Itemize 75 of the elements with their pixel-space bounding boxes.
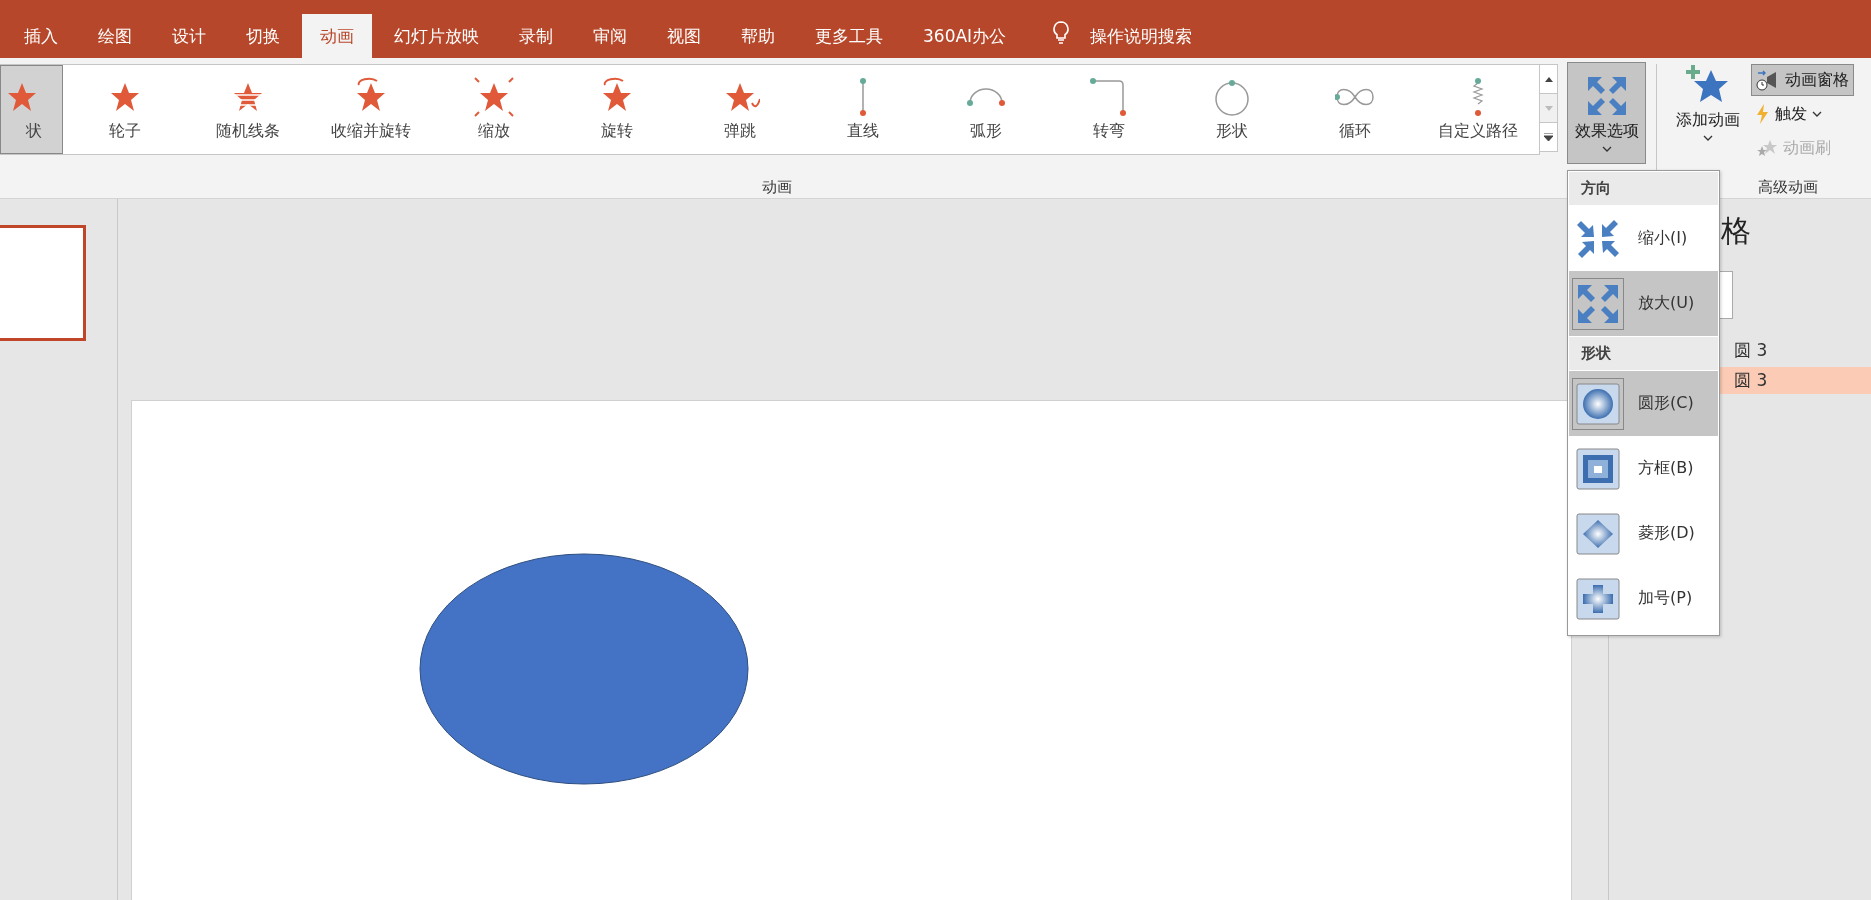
menu-item[interactable]: 圆形(C) (1569, 371, 1718, 436)
menu-item[interactable]: 放大(U) (1569, 271, 1718, 336)
slide-thumbnail[interactable] (0, 225, 86, 341)
animation-effect[interactable]: 收缩并旋转 (309, 65, 432, 154)
turn-path-icon (1088, 77, 1129, 117)
effect-label: 状 (26, 121, 42, 142)
ribbon-tab[interactable]: 录制 (501, 14, 571, 58)
tell-me-search[interactable]: 操作说明搜索 (1090, 14, 1193, 58)
caret-icon (1601, 145, 1612, 152)
animation-effect[interactable]: 缩放 (432, 65, 555, 154)
effect-label: 随机线条 (215, 121, 280, 142)
ribbon-tab[interactable]: 切换 (228, 14, 298, 58)
ribbon-tab[interactable]: 设计 (154, 14, 224, 58)
animation-effect[interactable]: 弧形 (924, 65, 1047, 154)
custom-path-icon (1471, 77, 1484, 117)
ribbon-tab[interactable]: 幻灯片放映 (376, 14, 497, 58)
effect-label: 直线 (846, 121, 879, 142)
up-arrow-icon (1544, 76, 1553, 82)
animation-effect[interactable]: 转弯 (1047, 65, 1170, 154)
stars-icon (1756, 138, 1778, 158)
expand-arrows-icon (1585, 74, 1628, 117)
animation-effect[interactable]: 轮子 (63, 65, 186, 154)
ribbon-tab[interactable]: 绘图 (80, 14, 150, 58)
ribbon-tab[interactable]: 动画 (302, 14, 372, 58)
effect-label: 轮子 (108, 121, 141, 142)
menu-section-header: 形状 (1569, 337, 1718, 370)
ribbon-tab[interactable]: 视图 (649, 14, 719, 58)
effect-label: 自定义路径 (1437, 121, 1518, 142)
animation-effect[interactable]: 状 (0, 65, 63, 154)
effect-label: 旋转 (600, 121, 633, 142)
ribbon-tab[interactable]: 插入 (6, 14, 76, 58)
gallery-scroll-up[interactable] (1540, 64, 1558, 94)
lightbulb-icon (1052, 21, 1071, 45)
expand-icon (1544, 133, 1553, 141)
pane-title: 格 (1721, 212, 1752, 250)
square-frame-icon (1575, 447, 1621, 490)
add-animation-button[interactable]: 添加动画 (1665, 64, 1751, 164)
zoom-star-icon (473, 77, 514, 117)
menu-section-header: 方向 (1569, 172, 1718, 205)
trigger-button[interactable]: 触发 (1751, 98, 1854, 130)
group-label: 高级动画 (1758, 177, 1818, 197)
menu-item[interactable]: 菱形(D) (1569, 501, 1718, 566)
effect-label: 转弯 (1092, 121, 1125, 142)
lightning-icon (1756, 104, 1770, 124)
down-arrow-icon (1544, 105, 1553, 111)
plus-shape-icon (1575, 577, 1621, 620)
effect-options-button[interactable]: 效果选项 (1567, 62, 1646, 164)
animation-effect[interactable]: 循环 (1293, 65, 1416, 154)
expand-arrows-icon (1575, 282, 1621, 325)
caret-icon (1703, 135, 1713, 141)
animation-effect[interactable]: 直线 (801, 65, 924, 154)
animation-effect[interactable]: 弹跳 (678, 65, 801, 154)
group-label: 动画 (762, 177, 792, 197)
ribbon-tab[interactable]: 审阅 (575, 14, 645, 58)
ellipse-shape[interactable] (419, 553, 749, 785)
effect-label: 形状 (1215, 121, 1248, 142)
ribbon-tab[interactable]: 更多工具 (797, 14, 901, 58)
effect-label: 收缩并旋转 (330, 121, 411, 142)
menu-item[interactable]: 加号(P) (1569, 566, 1718, 631)
ribbon-tab[interactable]: 360AI办公 (905, 14, 1025, 58)
animation-effect[interactable]: 旋转 (555, 65, 678, 154)
menu-item[interactable]: 方框(B) (1569, 436, 1718, 501)
effect-label: 弧形 (969, 121, 1002, 142)
effect-label: 循环 (1338, 121, 1371, 142)
animation-effect[interactable]: 自定义路径 (1416, 65, 1539, 154)
animation-effect[interactable]: 形状 (1170, 65, 1293, 154)
gallery-more-button[interactable] (1540, 122, 1558, 152)
shrink-arrows-icon (1575, 217, 1621, 260)
menu-item[interactable]: 缩小(I) (1569, 206, 1718, 271)
effect-label: 缩放 (477, 121, 510, 142)
animation-pane-button[interactable]: 动画窗格 (1751, 64, 1854, 96)
ribbon-tab[interactable]: 帮助 (723, 14, 793, 58)
effect-label: 弹跳 (723, 121, 756, 142)
caret-icon (1812, 111, 1822, 117)
animation-effect[interactable]: 随机线条 (186, 65, 309, 154)
